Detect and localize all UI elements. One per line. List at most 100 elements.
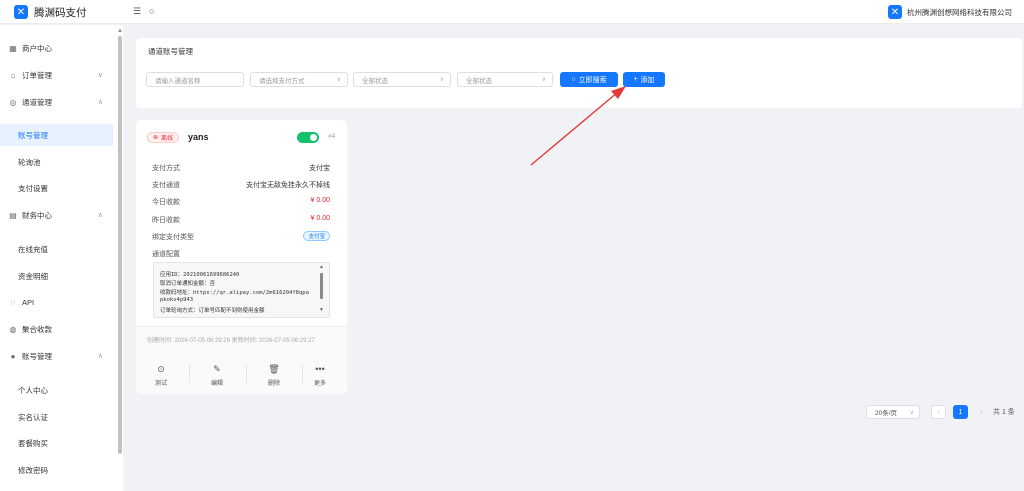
more-icon: ••• [315, 364, 325, 374]
next-page-button[interactable]: › [974, 405, 989, 419]
sidebar-item-label: 账号管理 [18, 130, 48, 140]
sidebar-item-packages[interactable]: 套餐购买 [0, 432, 113, 454]
total-count: 共 1 条 [993, 409, 1015, 416]
status-select-1[interactable]: 全部状态 ∨ [353, 72, 451, 87]
config-line: 收款码地址：https://qr.alipay.com/2m616204f8qp… [160, 290, 309, 296]
more-button[interactable]: ••• 更多 [305, 363, 335, 387]
sidebar-item-label: 套餐购买 [18, 438, 48, 448]
sidebar-item-label: 支付设置 [18, 183, 48, 193]
sidebar-item-api[interactable]: ◌ API [0, 291, 113, 313]
sidebar-item-label: 资金明细 [18, 271, 48, 281]
chevron-down-icon: ∨ [439, 77, 444, 83]
action-label: 编辑 [210, 381, 223, 387]
chevron-down-icon: ∨ [541, 77, 546, 83]
select-value: 全部状态 [362, 77, 388, 85]
test-button[interactable]: ⊙ 测试 [146, 363, 176, 387]
company-info[interactable]: ✕ 杭州腾渊创想网络科技有限公司 [888, 3, 1012, 21]
toggle-knob [310, 134, 317, 141]
sidebar-item-channels[interactable]: ◎ 通道管理 ∧ [0, 91, 113, 113]
config-scroll-thumb[interactable] [320, 273, 323, 299]
sidebar-item-aggregate[interactable]: ◍ 聚合收款 [0, 318, 113, 340]
sidebar-item-verification[interactable]: 实名认证 [0, 406, 113, 428]
sidebar-item-label: 商户中心 [22, 43, 52, 53]
sidebar-item-fund-details[interactable]: 资金明细 [0, 265, 113, 287]
page-1-button[interactable]: 1 [953, 405, 968, 419]
plus-icon: + [633, 76, 638, 83]
row-value: ¥ 0.00 [310, 197, 330, 204]
divider [189, 365, 190, 383]
search-icon[interactable]: ○ [149, 6, 154, 16]
pen-icon: ✎ [213, 364, 221, 374]
chevron-up-icon: ∧ [97, 99, 103, 106]
config-line: pkokv4p943 [160, 297, 194, 303]
sidebar-item-label: 修改密码 [18, 465, 48, 475]
sidebar-item-profile[interactable]: 个人中心 [0, 379, 113, 401]
sidebar-item-accounts[interactable]: 账号管理 [0, 124, 113, 146]
add-button-label: 添加 [640, 76, 655, 84]
filter-panel: 通道账号管理 请输入通道名称 请选择支付方式 ∨ 全部状态 ∨ 全部状态 ∨ ○… [136, 38, 1022, 108]
config-textarea[interactable]: 应用ID：20210061699686240 取消订单通知金额：否 收款码地址：… [153, 262, 330, 318]
chevron-down-icon: ∨ [336, 77, 341, 83]
trash-icon: 🗑 [268, 364, 280, 374]
sidebar-item-label: 聚合收款 [22, 324, 52, 334]
sidebar-item-label: 订单管理 [22, 70, 52, 80]
status-select-2[interactable]: 全部状态 ∨ [457, 72, 553, 87]
scroll-up-icon[interactable]: ▲ [117, 28, 123, 34]
sidebar-item-label: 轮询池 [18, 157, 41, 167]
action-label: 更多 [313, 381, 326, 387]
api-icon: ◌ [10, 297, 16, 307]
prev-page-button[interactable]: ‹ [931, 405, 946, 419]
row-label: 通道配置 [152, 251, 180, 258]
finance-icon: ▤ [9, 210, 17, 220]
sidebar-item-recharge[interactable]: 在线充值 [0, 238, 113, 260]
bind-type-row: 绑定支付类型 支付宝 [152, 231, 330, 244]
today-income-row: 今日收款 ¥ 0.00 [152, 197, 330, 209]
pay-method-row: 支付方式 支付宝 [152, 163, 330, 175]
status-text: 离线 [161, 136, 174, 142]
config-line: 应用ID：20210061699686240 [160, 272, 240, 278]
sidebar-item-account[interactable]: ● 账号管理 ∧ [0, 345, 113, 367]
pay-method-select[interactable]: 请选择支付方式 ∨ [250, 72, 348, 87]
search-button-label: 立即搜索 [578, 76, 607, 84]
scroll-up-icon[interactable]: ▲ [319, 264, 324, 270]
yesterday-income-row: 昨日收款 ¥ 0.00 [152, 215, 330, 227]
add-button[interactable]: + 添加 [623, 72, 665, 87]
config-line: 订单轮询方式：订单号匹配不到则使用金额 [160, 308, 265, 314]
action-label: 测试 [154, 381, 167, 387]
sidebar-item-orders[interactable]: ⌂ 订单管理 ∨ [0, 64, 113, 86]
delete-button[interactable]: 🗑 删除 [259, 363, 289, 387]
sidebar-item-merchant-center[interactable]: ▦ 商户中心 [0, 37, 113, 59]
account-index: #4 [328, 133, 336, 140]
app-logo[interactable]: ✕ 腾渊码支付 [14, 4, 87, 20]
offline-dot-icon: ⊗ [153, 135, 159, 141]
status-badge: ⊗ 离线 [147, 132, 180, 143]
sidebar-scroll-thumb[interactable] [118, 36, 122, 454]
enable-toggle[interactable] [297, 132, 319, 143]
sidebar-item-finance[interactable]: ▤ 财务中心 ∧ [0, 204, 113, 226]
sidebar-item-polling-pool[interactable]: 轮询池 [0, 151, 113, 173]
channel-name-input[interactable]: 请输入通道名称 [146, 72, 244, 87]
sidebar-item-label: 账号管理 [22, 351, 52, 361]
edit-button[interactable]: ✎ 编辑 [202, 363, 232, 387]
chevron-up-icon: ∧ [97, 353, 103, 360]
timestamps: 创建时间: 2026-07-05 06:29:26 更新时间: 2026-07-… [147, 338, 315, 344]
search-button[interactable]: ○ 立即搜索 [560, 72, 618, 87]
company-logo-icon: ✕ [888, 5, 902, 19]
sidebar-item-label: 在线充值 [18, 244, 48, 254]
menu-toggle-icon[interactable]: ☰ [133, 6, 141, 17]
config-line: 取消订单通知金额：否 [160, 281, 216, 287]
page-size-select[interactable]: 20条/页 ∨ [866, 405, 920, 419]
scroll-down-icon[interactable]: ▼ [319, 307, 324, 313]
row-label: 绑定支付类型 [152, 234, 194, 241]
sidebar-item-change-password[interactable]: 修改密码 [0, 459, 113, 481]
account-card: ⊗ 离线 yans #4 支付方式 支付宝 支付通道 支付宝无敌免挂永久不掉线 … [136, 120, 347, 394]
account-name: yans [188, 132, 209, 142]
play-circle-icon: ⊙ [157, 364, 165, 374]
channel-icon: ◎ [9, 97, 17, 107]
divider [246, 365, 247, 383]
action-label: 删除 [267, 381, 280, 387]
sidebar-item-pay-settings[interactable]: 支付设置 [0, 177, 113, 199]
sidebar-item-label: 实名认证 [18, 412, 48, 422]
chevron-down-icon: ∨ [909, 409, 914, 416]
row-label: 今日收款 [152, 199, 180, 206]
